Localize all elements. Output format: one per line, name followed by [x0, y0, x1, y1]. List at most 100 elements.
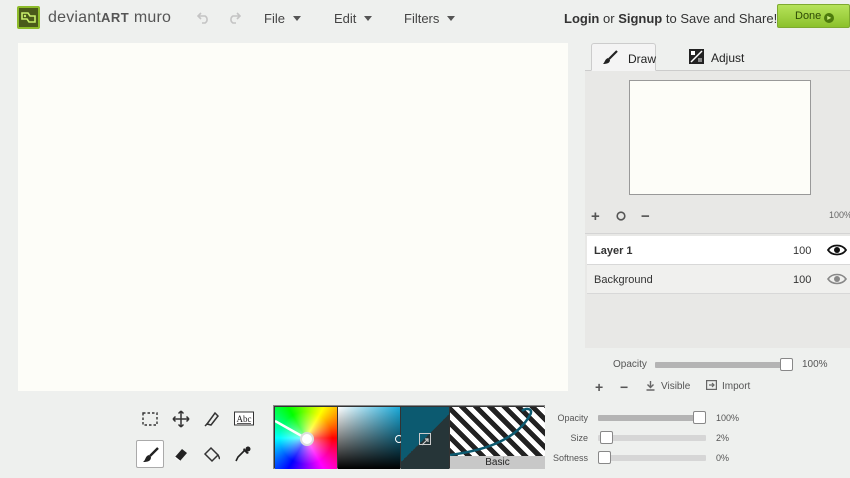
- zoom-in-icon[interactable]: +: [591, 208, 600, 225]
- chevron-down-icon: [364, 16, 373, 21]
- tab-adjust-label: Adjust: [711, 51, 745, 65]
- top-bar: deviantART muro File Edit Filters Login …: [0, 0, 850, 36]
- brush-size-thumb[interactable]: [599, 431, 613, 444]
- layer-opacity-label: Opacity: [613, 359, 647, 370]
- brush-icon: [603, 50, 618, 64]
- brush-opacity-control: Opacity 100%: [550, 410, 750, 426]
- tab-draw[interactable]: Draw: [591, 43, 656, 71]
- eraser-icon: [174, 449, 187, 462]
- fill-tool[interactable]: [198, 440, 226, 468]
- brush-softness-thumb[interactable]: [598, 451, 611, 464]
- brush-softness-control: Softness 0%: [550, 450, 750, 466]
- layer-opacity-percent: 100%: [802, 359, 828, 370]
- svg-text:Abc: Abc: [237, 414, 252, 424]
- merge-visible-button[interactable]: Visible: [661, 381, 690, 392]
- tab-draw-label: Draw: [628, 52, 657, 66]
- move-icon: [172, 410, 190, 428]
- right-panel: Draw Adjust + − 100% Layer 1 100 Backgro…: [585, 40, 850, 410]
- layer-row-layer-1[interactable]: Layer 1 100: [587, 236, 850, 265]
- layer-opacity-thumb[interactable]: [780, 358, 793, 371]
- filters-menu[interactable]: Filters: [404, 11, 456, 26]
- brush-preset-label: Basic: [450, 456, 545, 469]
- login-suffix: to Save and Share!: [665, 11, 778, 26]
- deviantart-logo-icon: [17, 6, 40, 29]
- brand-bold: ART: [101, 10, 130, 25]
- eraser-tool[interactable]: [167, 440, 195, 468]
- file-menu-label: File: [264, 11, 285, 26]
- add-layer-icon[interactable]: +: [595, 379, 603, 395]
- zoom-level: 100%: [829, 210, 850, 220]
- eyedropper-tool[interactable]: [229, 440, 257, 468]
- eye-icon[interactable]: [827, 243, 847, 257]
- brush-stroke-preview: [450, 407, 533, 457]
- chevron-down-icon: [292, 16, 301, 21]
- brush-softness-value: 0%: [716, 453, 730, 463]
- layer-opacity-control: Opacity 100%: [585, 356, 850, 374]
- undo-icon[interactable]: [197, 10, 211, 24]
- brush-preset-preview[interactable]: Basic: [450, 407, 545, 469]
- color-picker: Basic: [273, 405, 545, 469]
- edit-menu-label: Edit: [334, 11, 357, 26]
- import-button[interactable]: Import: [722, 381, 750, 392]
- layer-opacity-value: 100: [793, 274, 812, 286]
- brush-opacity-slider[interactable]: [598, 415, 706, 421]
- color-swatches[interactable]: [401, 407, 449, 469]
- layer-name: Layer 1: [594, 245, 633, 257]
- zoom-out-icon[interactable]: −: [641, 208, 650, 225]
- adjust-icon: [689, 49, 704, 64]
- layer-actions: + − Visible Import: [585, 378, 850, 396]
- zoom-reset-icon[interactable]: [616, 211, 626, 221]
- text-tool[interactable]: Abc: [229, 405, 257, 433]
- canvas-preview[interactable]: [629, 80, 811, 195]
- brand-regular: deviant: [48, 9, 101, 26]
- select-tool[interactable]: [136, 405, 164, 433]
- file-menu[interactable]: File: [264, 11, 301, 26]
- brush-size-value: 2%: [716, 433, 730, 443]
- chevron-down-icon: [447, 16, 456, 21]
- tab-adjust[interactable]: Adjust: [688, 43, 768, 71]
- app-brand: deviantART muro: [48, 9, 171, 27]
- brush-softness-slider[interactable]: [598, 455, 706, 461]
- layer-opacity-value: 100: [793, 245, 812, 257]
- login-link[interactable]: Login: [564, 11, 599, 26]
- drawing-canvas[interactable]: [18, 43, 568, 391]
- done-button[interactable]: Done ▸: [777, 4, 850, 28]
- layer-name: Background: [594, 274, 653, 286]
- smudge-tool[interactable]: [198, 405, 226, 433]
- brush-opacity-label: Opacity: [557, 413, 588, 423]
- hue-handle[interactable]: [300, 432, 314, 446]
- paint-bucket-icon: [203, 446, 221, 463]
- eye-icon[interactable]: [827, 272, 847, 286]
- brush-size-label: Size: [570, 433, 588, 443]
- brush-opacity-thumb[interactable]: [693, 411, 706, 424]
- arrow-right-icon: ▸: [824, 13, 835, 23]
- navigator-controls: + − 100%: [585, 206, 850, 226]
- marquee-select-icon: [142, 412, 158, 426]
- done-label: Done: [795, 10, 822, 22]
- hue-wheel[interactable]: [275, 407, 337, 469]
- brush-icon: [143, 447, 159, 462]
- saturation-box[interactable]: [338, 407, 403, 469]
- brand-suffix: muro: [129, 9, 172, 26]
- brush-tool[interactable]: [136, 440, 164, 468]
- download-icon: [646, 381, 655, 391]
- layer-opacity-slider[interactable]: [655, 362, 793, 368]
- import-icon: [706, 380, 717, 390]
- text-icon: Abc: [234, 411, 254, 426]
- brush-softness-label: Softness: [552, 453, 588, 463]
- edit-menu[interactable]: Edit: [334, 11, 373, 26]
- login-prompt: Login or Signup to Save and Share!: [564, 11, 777, 26]
- move-tool[interactable]: [167, 405, 195, 433]
- swap-colors-icon[interactable]: [419, 433, 431, 446]
- smudge-icon: [204, 411, 219, 427]
- layers-list: Layer 1 100 Background 100: [585, 233, 850, 348]
- redo-icon[interactable]: [227, 10, 241, 24]
- remove-layer-icon[interactable]: −: [620, 379, 628, 395]
- eyedropper-icon: [235, 446, 251, 462]
- signup-link[interactable]: Signup: [618, 11, 662, 26]
- brush-opacity-value: 100%: [716, 413, 740, 423]
- filters-menu-label: Filters: [404, 11, 440, 26]
- layer-row-background[interactable]: Background 100: [587, 265, 850, 294]
- panel-tabs: Draw Adjust: [585, 40, 850, 71]
- brush-size-slider[interactable]: [598, 435, 706, 441]
